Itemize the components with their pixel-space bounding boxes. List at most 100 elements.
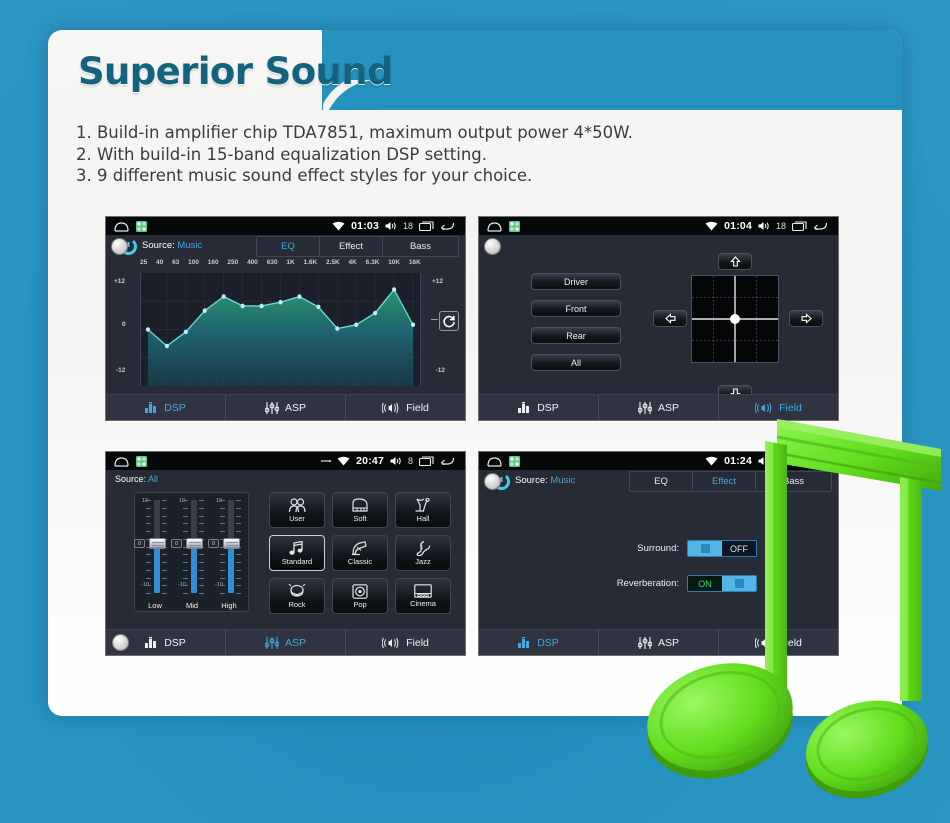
mode-tabs[interactable]: EQ Effect Bass: [256, 236, 459, 257]
position-buttons[interactable]: Driver Front Rear All: [531, 273, 621, 371]
rotary-knob[interactable]: [484, 473, 501, 490]
eq-band-point-2[interactable]: [183, 329, 188, 335]
eq-band-point-1[interactable]: [164, 343, 169, 349]
nav-field-label: Field: [779, 401, 802, 414]
tone-sliders[interactable]: 10 -10 0 Low 10 -10 0 Mid 10 -10 0 High: [134, 492, 249, 612]
reset-icon[interactable]: [439, 311, 459, 331]
tab-effect[interactable]: Effect: [320, 237, 383, 256]
preset-standard[interactable]: Standard: [269, 535, 325, 571]
field-button-driver[interactable]: Driver: [531, 273, 621, 290]
right-arrow-icon[interactable]: [789, 310, 823, 327]
preset-label: Cinema: [410, 599, 436, 608]
nav-asp[interactable]: ASP: [226, 630, 346, 655]
eq-band-point-14[interactable]: [410, 322, 416, 328]
preset-label: Rock: [288, 599, 306, 609]
preset-rock[interactable]: Rock: [269, 578, 325, 614]
eq-band-point-5[interactable]: [240, 303, 245, 309]
wifi-icon: [332, 221, 345, 231]
eq-band-point-6[interactable]: [259, 303, 264, 309]
eq-band-point-11[interactable]: [354, 322, 359, 328]
equalizer-chart[interactable]: 25 40 63 100 160 250 400 630 1K 1.6K 2.5K 4K 6.3K 10K…: [106, 259, 465, 394]
eq-band-point-10[interactable]: [335, 326, 340, 331]
nav-field-label: Field: [406, 636, 429, 649]
eq-band-point-3[interactable]: [202, 308, 207, 313]
bottom-nav[interactable]: DSP ASP Field: [106, 394, 465, 420]
axis-bottom-left: -12: [116, 367, 126, 374]
home-icon[interactable]: [487, 221, 502, 232]
preset-pop[interactable]: Pop: [332, 578, 388, 614]
eq-band-point-4[interactable]: [221, 294, 226, 299]
freq-tick-5: 250: [227, 259, 239, 266]
slider-thumb[interactable]: [149, 538, 166, 549]
rotary-knob[interactable]: [484, 238, 501, 255]
axis-mid-left: 0: [122, 321, 126, 328]
nav-dsp[interactable]: DSP: [106, 395, 226, 420]
nav-dsp-label: DSP: [164, 401, 186, 414]
field-button-front[interactable]: Front: [531, 300, 621, 317]
volume-level: 18: [775, 221, 786, 231]
slider-low[interactable]: 10 -10 0 Low: [134, 498, 171, 610]
recents-icon[interactable]: [419, 456, 434, 466]
screenshot-field-panel: 01:04 18 Driver Front Rear All DSP ASP F…: [478, 216, 839, 421]
eq-band-point-0[interactable]: [145, 327, 151, 332]
feature-item-2: 2. With build-in 15-band equalization DS…: [76, 144, 488, 164]
eq-band-point-12[interactable]: [373, 310, 378, 316]
slider-name: Low: [148, 601, 162, 610]
preset-soft[interactable]: Soft: [332, 492, 388, 528]
sound-effect-presets[interactable]: User Soft Hall Standard Classic Jazz Rock Pop Ci…: [269, 492, 451, 614]
apps-icon[interactable]: [509, 455, 520, 467]
up-arrow-icon[interactable]: [718, 253, 752, 270]
eq-band-point-13[interactable]: [392, 287, 397, 292]
preset-cinema[interactable]: Cinema: [395, 578, 451, 614]
nav-field[interactable]: Field: [346, 630, 465, 655]
eq-band-point-9[interactable]: [316, 304, 321, 310]
left-arrow-icon[interactable]: [653, 310, 687, 327]
tab-eq[interactable]: EQ: [257, 237, 320, 256]
dsp-bars-icon: [518, 637, 531, 648]
nav-asp[interactable]: ASP: [226, 395, 346, 420]
recents-icon[interactable]: [792, 221, 807, 231]
field-speaker-icon: [382, 402, 400, 414]
slider-thumb[interactable]: [223, 538, 240, 549]
home-icon[interactable]: [114, 221, 129, 232]
freq-tick-12: 6.3K: [365, 259, 380, 266]
slider-mid[interactable]: 10 -10 0 Mid: [171, 498, 208, 610]
apps-icon[interactable]: [136, 220, 147, 232]
preset-label: Pop: [353, 599, 367, 609]
preset-classic[interactable]: Classic: [332, 535, 388, 571]
freq-tick-2: 63: [172, 259, 180, 266]
status-bar: 01:03 18: [106, 217, 465, 235]
field-button-all[interactable]: All: [531, 354, 621, 371]
rotary-knob[interactable]: [111, 238, 128, 255]
sound-field-pad[interactable]: [691, 275, 779, 363]
freq-tick-0: 25: [140, 259, 148, 266]
dsp-bars-icon: [145, 637, 158, 648]
home-icon[interactable]: [114, 456, 129, 467]
preset-user[interactable]: User: [269, 492, 325, 528]
nav-dsp[interactable]: DSP: [479, 395, 599, 420]
bottom-nav[interactable]: DSP ASP Field: [106, 629, 465, 655]
freq-tick-6: 400: [247, 259, 258, 266]
eq-plot-area[interactable]: [140, 273, 421, 386]
apps-icon[interactable]: [509, 220, 520, 232]
nav-dsp[interactable]: DSP: [479, 630, 599, 655]
sax-icon: [415, 540, 431, 556]
eq-band-point-8[interactable]: [297, 294, 302, 299]
back-icon[interactable]: [440, 456, 455, 466]
home-icon[interactable]: [487, 456, 502, 467]
status-time: 01:04: [724, 220, 752, 232]
nav-asp-label: ASP: [657, 401, 679, 414]
slider-thumb[interactable]: [186, 538, 203, 549]
rotary-knob[interactable]: [112, 634, 129, 651]
preset-jazz[interactable]: Jazz: [395, 535, 451, 571]
apps-icon[interactable]: [136, 455, 147, 467]
recents-icon[interactable]: [419, 221, 434, 231]
preset-hall[interactable]: Hall: [395, 492, 451, 528]
back-icon[interactable]: [813, 221, 828, 231]
eq-band-point-7[interactable]: [278, 299, 283, 305]
slider-high[interactable]: 10 -10 0 High: [208, 498, 245, 610]
tab-bass[interactable]: Bass: [383, 237, 458, 256]
back-icon[interactable]: [440, 221, 455, 231]
nav-field[interactable]: Field: [346, 395, 465, 420]
field-button-rear[interactable]: Rear: [531, 327, 621, 344]
